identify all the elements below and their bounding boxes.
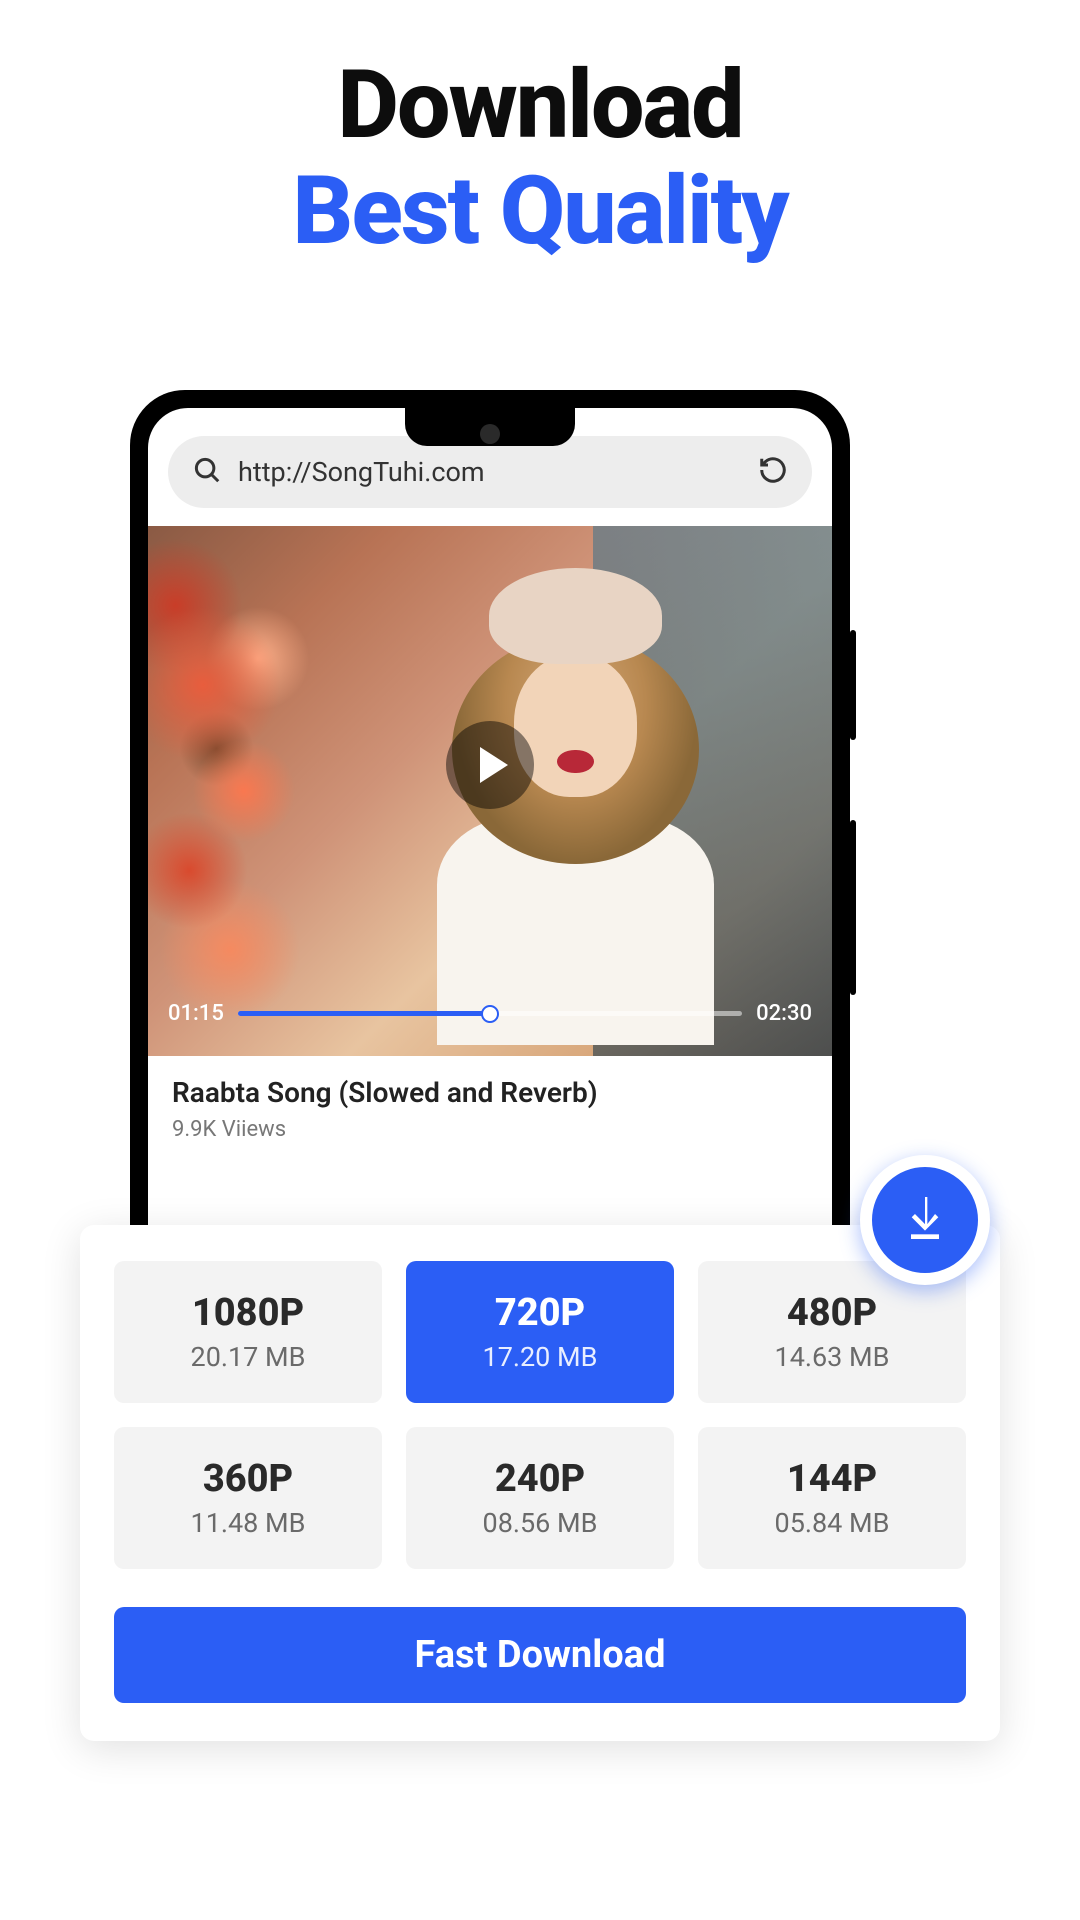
current-time: 01:15 xyxy=(168,1001,224,1026)
video-meta: Raabta Song (Slowed and Reverb) 9.9K Vii… xyxy=(148,1056,832,1160)
url-text: http://SongTuhi.com xyxy=(238,456,742,488)
quality-size: 17.20 MB xyxy=(416,1341,664,1373)
reload-icon[interactable] xyxy=(758,455,788,489)
headline-line1: Download xyxy=(0,50,1080,161)
phone-notch xyxy=(405,408,575,446)
quality-option-144p[interactable]: 144P 05.84 MB xyxy=(698,1427,966,1569)
progress-track[interactable] xyxy=(238,1011,742,1016)
quality-size: 08.56 MB xyxy=(416,1507,664,1539)
quality-option-240p[interactable]: 240P 08.56 MB xyxy=(406,1427,674,1569)
quality-option-360p[interactable]: 360P 11.48 MB xyxy=(114,1427,382,1569)
quality-size: 05.84 MB xyxy=(708,1507,956,1539)
quality-label: 480P xyxy=(708,1291,956,1335)
download-fab[interactable] xyxy=(860,1155,990,1285)
quality-size: 20.17 MB xyxy=(124,1341,372,1373)
quality-option-720p[interactable]: 720P 17.20 MB xyxy=(406,1261,674,1403)
quality-label: 360P xyxy=(124,1457,372,1501)
headline: Download Best Quality xyxy=(0,0,1080,267)
fast-download-button[interactable]: Fast Download xyxy=(114,1607,966,1703)
download-arrow-icon xyxy=(897,1190,953,1250)
video-progress[interactable]: 01:15 02:30 xyxy=(168,1001,812,1026)
quality-label: 240P xyxy=(416,1457,664,1501)
search-icon xyxy=(192,455,222,489)
quality-label: 1080P xyxy=(124,1291,372,1335)
video-title: Raabta Song (Slowed and Reverb) xyxy=(172,1076,808,1109)
play-icon xyxy=(480,747,508,783)
download-panel: 1080P 20.17 MB 720P 17.20 MB 480P 14.63 … xyxy=(80,1225,1000,1741)
headline-line2: Best Quality xyxy=(0,156,1080,267)
phone-power-button xyxy=(850,820,856,995)
video-player[interactable]: 01:15 02:30 xyxy=(148,526,832,1056)
duration: 02:30 xyxy=(756,1001,812,1026)
quality-label: 144P xyxy=(708,1457,956,1501)
video-views: 9.9K Viiews xyxy=(172,1117,808,1142)
quality-size: 14.63 MB xyxy=(708,1341,956,1373)
url-bar[interactable]: http://SongTuhi.com xyxy=(168,436,812,508)
progress-thumb[interactable] xyxy=(481,1005,499,1023)
phone-volume-button xyxy=(850,630,856,740)
play-button[interactable] xyxy=(446,721,534,809)
quality-grid: 1080P 20.17 MB 720P 17.20 MB 480P 14.63 … xyxy=(114,1261,966,1569)
quality-option-1080p[interactable]: 1080P 20.17 MB xyxy=(114,1261,382,1403)
quality-size: 11.48 MB xyxy=(124,1507,372,1539)
quality-label: 720P xyxy=(416,1291,664,1335)
